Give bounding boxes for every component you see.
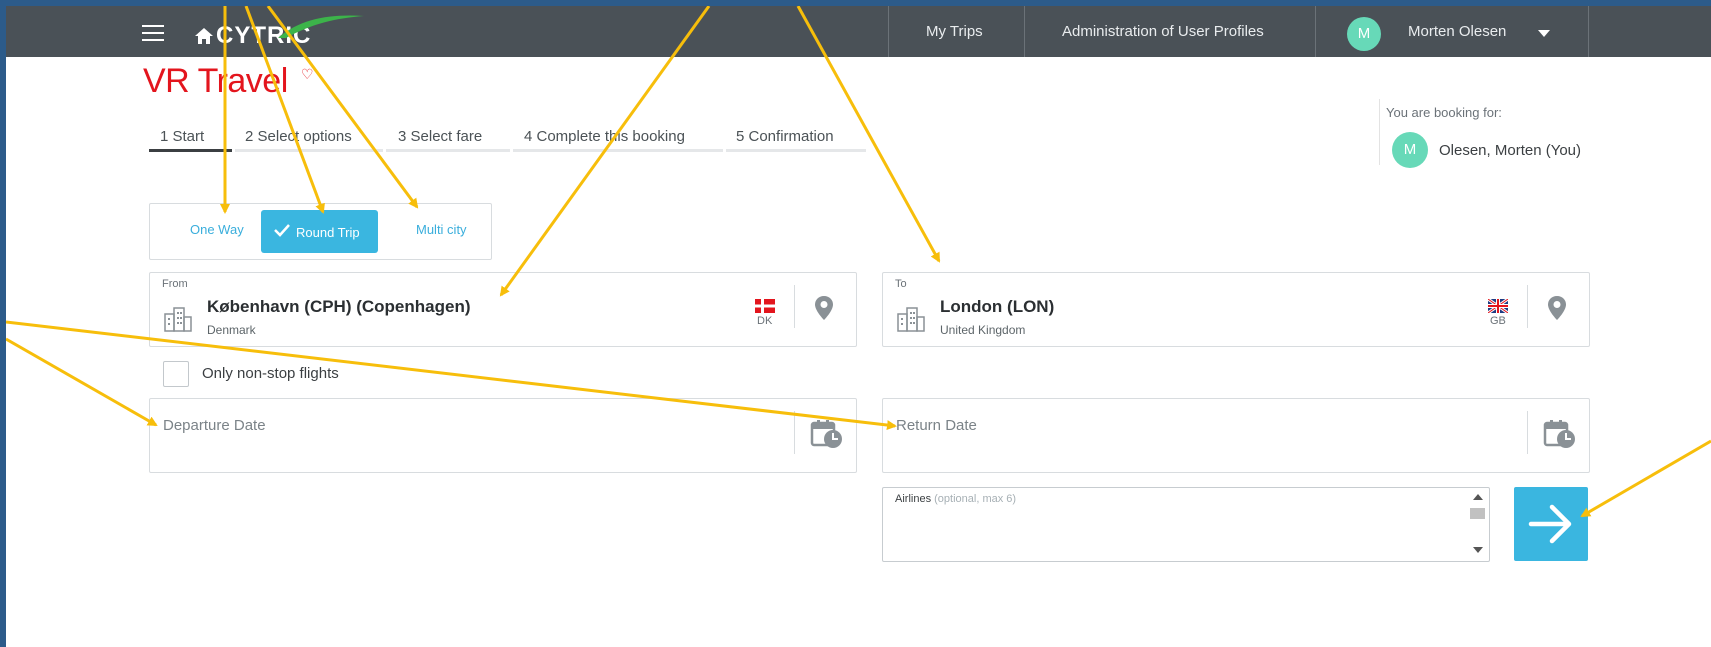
annotation-arrow	[266, 6, 419, 209]
annotation-arrow	[499, 6, 711, 297]
app-window: CYTRIC My Trips Administration of User P…	[6, 6, 1711, 647]
annotation-arrow	[6, 337, 158, 427]
annotation-arrows-overlay	[6, 6, 1711, 518]
annotation-arrow	[6, 320, 897, 431]
annotation-arrow	[796, 6, 941, 263]
annotation-arrow	[1580, 439, 1711, 518]
annotation-arrow	[244, 6, 325, 214]
